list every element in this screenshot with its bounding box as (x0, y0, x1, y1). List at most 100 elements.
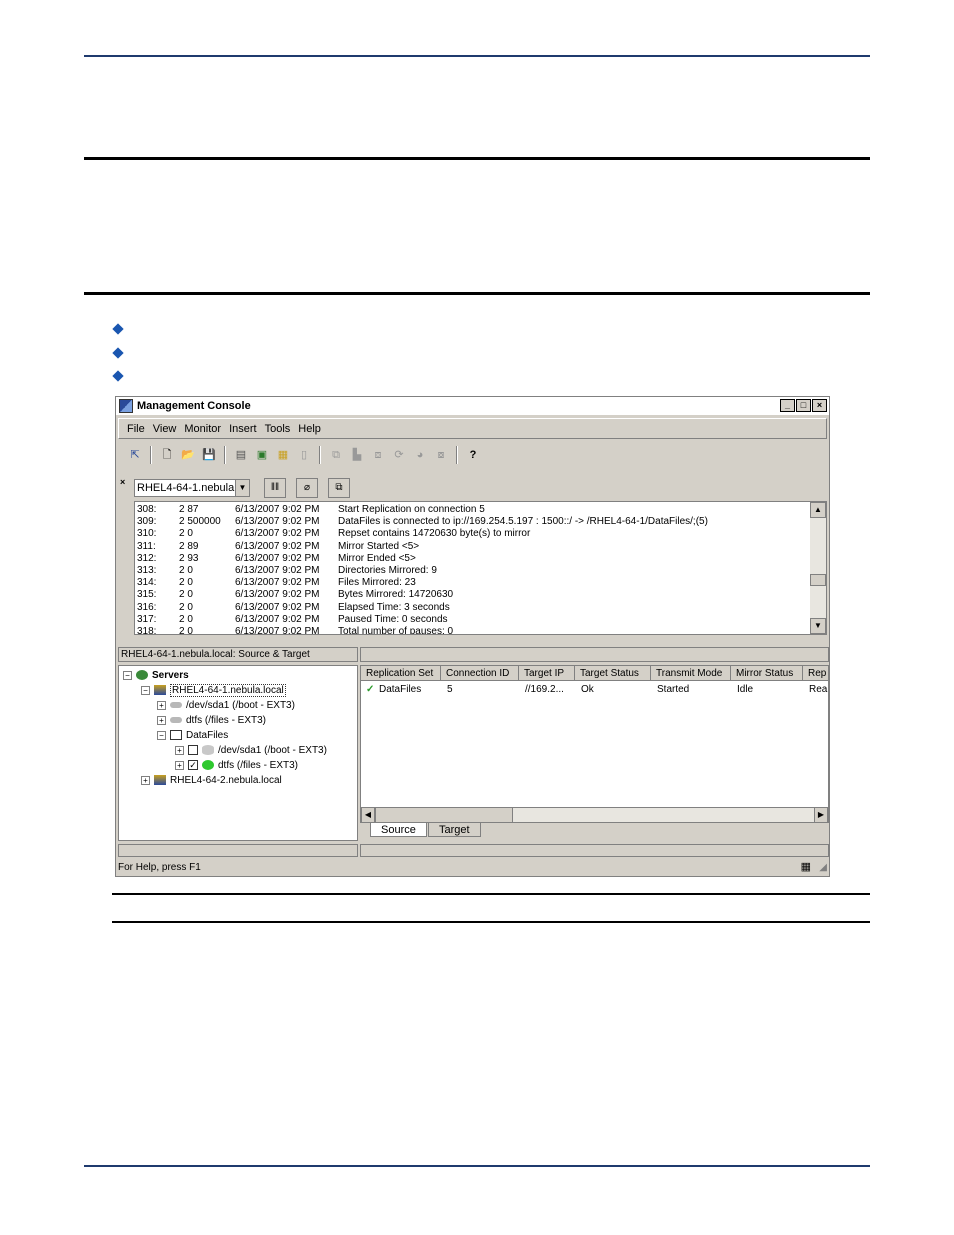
collapse-icon[interactable]: − (141, 685, 150, 695)
save-icon[interactable]: 💾 (200, 446, 218, 464)
exit-icon[interactable]: ⇱ (126, 446, 144, 464)
server-tree[interactable]: − Servers − RHEL4-64-1.nebula.local +/dev/sd… (118, 665, 358, 841)
scroll-down-icon[interactable]: ▼ (810, 618, 826, 634)
help-icon[interactable]: ? (464, 446, 482, 464)
replication-grid[interactable]: Replication Set Connection ID Target IP … (360, 665, 829, 821)
document-icon[interactable]: ▯ (295, 446, 313, 464)
column-header[interactable]: Replication Set (361, 666, 441, 681)
scroll-left-icon[interactable]: ◀ (361, 807, 375, 823)
mirror-stop-icon[interactable]: ▙ (348, 446, 366, 464)
columns-button[interactable]: ‖‖ (264, 478, 286, 498)
scroll-right-icon[interactable]: ▶ (814, 807, 828, 823)
tree-node[interactable]: + RHEL4-64-2.nebula.local (141, 773, 282, 788)
app-icon (119, 399, 133, 413)
log-cell-msg: Files Mirrored: 23 (338, 577, 416, 589)
log-cell-id: 309: (137, 516, 157, 528)
menu-insert[interactable]: Insert (229, 423, 257, 435)
column-header[interactable]: Transmit Mode (651, 666, 731, 681)
copy-log-button[interactable]: ⧉ (328, 478, 350, 498)
log-cell-msg: Directories Mirrored: 9 (338, 565, 437, 576)
mirror-start-icon[interactable]: ⧉ (327, 446, 345, 464)
menu-tools[interactable]: Tools (265, 423, 291, 435)
log-row[interactable]: 316: 2 0 6/13/2007 9:02 PM Elapsed Time: 3 … (135, 602, 807, 614)
log-row[interactable]: 317: 2 0 6/13/2007 9:02 PM Paused Time: 0 s… (135, 614, 807, 626)
lock-icon[interactable]: ▦ (274, 446, 292, 464)
title-bar: Management Console _ □ × (116, 397, 829, 415)
log-cell-id: 312: (137, 552, 157, 564)
expand-icon[interactable]: + (157, 715, 166, 725)
tab-target[interactable]: Target (428, 823, 481, 837)
expand-icon[interactable]: + (175, 760, 184, 770)
verify-icon[interactable]: ◕ (411, 446, 429, 464)
tab-source[interactable]: Source (370, 823, 427, 837)
log-cell-code: 2 93 (179, 552, 199, 564)
replication-icon[interactable]: ⧈ (369, 446, 387, 464)
log-cell-code: 2 87 (179, 504, 199, 515)
resize-grip-icon[interactable]: ◢ (819, 859, 827, 876)
collapse-icon[interactable]: − (157, 730, 166, 740)
menu-help[interactable]: Help (298, 423, 321, 435)
drive-icon (170, 702, 182, 709)
expand-icon[interactable]: + (175, 745, 184, 755)
checkbox[interactable]: ✓ (188, 760, 198, 771)
connect-icon[interactable]: ▣ (253, 446, 271, 464)
grid-cell-replication-set[interactable]: DataFiles (379, 683, 421, 697)
open-icon[interactable]: 📂 (179, 446, 197, 464)
column-header[interactable]: Mirror Status (731, 666, 803, 681)
column-header[interactable]: Rep (803, 666, 828, 681)
log-row[interactable]: 310: 2 0 6/13/2007 9:02 PM Repset contains … (135, 528, 807, 540)
collapse-icon[interactable]: − (123, 670, 132, 680)
log-cell-msg: Bytes Mirrored: 14720630 (338, 589, 454, 601)
menu-file[interactable]: File (127, 423, 145, 435)
log-vertical-scrollbar[interactable]: ▲ ▼ (810, 502, 826, 634)
column-header[interactable]: Connection ID (441, 666, 519, 681)
grid-horizontal-scrollbar[interactable]: ◀ ▶ (360, 807, 829, 823)
log-row[interactable]: 312: 2 93 6/13/2007 9:02 PM Mirror Ended <5… (135, 553, 807, 565)
tree-node[interactable]: + dtfs (/files - EXT3) (157, 713, 266, 728)
grid-cell-mirror-status[interactable]: Idle (737, 683, 753, 697)
checkbox[interactable] (188, 745, 198, 756)
grid-cell-target-status[interactable]: Ok (581, 683, 594, 697)
log-row[interactable]: 309: 2 500000 6/13/2007 9:02 PM DataFiles i… (135, 516, 807, 528)
maximize-button[interactable]: □ (796, 399, 811, 412)
horizontal-scroll-thumb[interactable] (375, 807, 513, 823)
scroll-up-icon[interactable]: ▲ (810, 502, 826, 518)
grid-cell-connection-id[interactable]: 5 (447, 683, 453, 697)
failover-icon[interactable]: ⧇ (432, 446, 450, 464)
tree-node[interactable]: + /dev/sda1 (/boot - EXT3) (157, 698, 295, 713)
expand-icon[interactable]: + (157, 700, 166, 710)
expand-icon[interactable]: + (141, 775, 150, 785)
tree-node[interactable]: − Servers (123, 668, 189, 683)
status-grid-icon: ▦ (800, 861, 811, 873)
tree-node[interactable]: + ✓ dtfs (/files - EXT3) (175, 758, 298, 773)
minimize-button[interactable]: _ (780, 399, 795, 412)
toolbar-separator (319, 445, 321, 464)
grid-cell-replication-status[interactable]: Rea (809, 683, 827, 697)
tree-node[interactable]: − DataFiles (157, 728, 228, 743)
menu-view[interactable]: View (153, 423, 177, 435)
tree-node[interactable]: + /dev/sda1 (/boot - EXT3) (175, 743, 327, 758)
log-row[interactable]: 313: 2 0 6/13/2007 9:02 PM Directories Mirr… (135, 565, 807, 577)
scroll-thumb[interactable] (810, 574, 826, 586)
new-icon[interactable]: 🗋 (158, 446, 176, 464)
log-row[interactable]: 314: 2 0 6/13/2007 9:02 PM Files Mirrored: … (135, 577, 807, 589)
server-select[interactable]: RHEL4-64-1.nebula.l ▼ (134, 479, 250, 497)
properties-icon[interactable]: ▤ (232, 446, 250, 464)
log-row[interactable]: 315: 2 0 6/13/2007 9:02 PM Bytes Mirrored: … (135, 589, 807, 601)
log-row[interactable]: 308: 2 87 6/13/2007 9:02 PM Start Replicati… (135, 504, 807, 516)
transmit-icon[interactable]: ⟳ (390, 446, 408, 464)
log-list[interactable]: 308: 2 87 6/13/2007 9:02 PM Start Replicati… (134, 501, 827, 635)
grid-cell-target-ip[interactable]: //169.2... (525, 683, 564, 697)
log-row[interactable]: 311: 2 89 6/13/2007 9:02 PM Mirror Started … (135, 541, 807, 553)
close-button[interactable]: × (812, 399, 827, 412)
menu-monitor[interactable]: Monitor (184, 423, 221, 435)
clear-log-button[interactable]: ⌀ (296, 478, 318, 498)
tree-node[interactable]: − RHEL4-64-1.nebula.local (141, 683, 286, 698)
log-row[interactable]: 318: 2 0 6/13/2007 9:02 PM Total number of … (135, 626, 807, 634)
column-header[interactable]: Target Status (575, 666, 651, 681)
tree-status-pane (118, 844, 358, 857)
column-header[interactable]: Target IP (519, 666, 575, 681)
grid-cell-transmit-mode[interactable]: Started (657, 683, 689, 697)
tree-pane-header: RHEL4-64-1.nebula.local: Source & Target (118, 647, 358, 662)
toolbar: ⇱ 🗋 📂 💾 ▤ ▣ ▦ ▯ ⧉ ▙ ⧈ ⟳ ◕ ⧇ ? (118, 442, 827, 467)
